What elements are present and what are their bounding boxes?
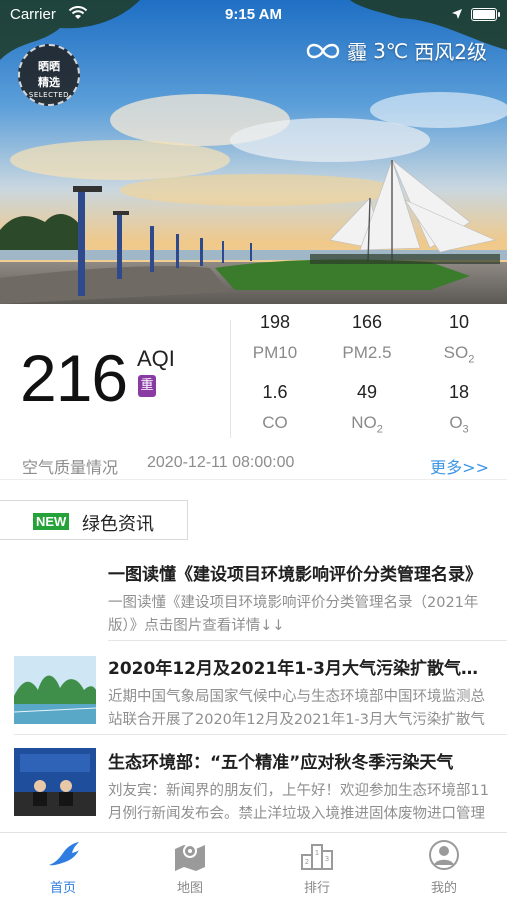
- weather-wind: 西风2级: [414, 40, 487, 64]
- news-item[interactable]: 一图读懂《建设项目环境影响评价分类管理名录》 一图读懂《建设项目环境影响评价分类…: [0, 552, 507, 642]
- air-quality-time: 2020-12-11 08:00:00: [147, 454, 295, 471]
- news-item[interactable]: 2020年12月及2021年1-3月大气污染扩散气象条件预测 近期中国气象局国家…: [0, 642, 507, 736]
- tab-profile[interactable]: 我的: [381, 839, 507, 896]
- tab-map[interactable]: 地图: [127, 839, 253, 896]
- bird-icon: [45, 839, 81, 871]
- bottom-tab-bar: 首页 地图 12 3 排行 我的: [0, 832, 507, 900]
- air-quality-row: 空气质量情况 2020-12-11 08:00:00 更多>>: [0, 446, 507, 480]
- pollutant-value: 49: [356, 382, 378, 402]
- badge-line3: SELECTED: [28, 91, 70, 99]
- map-icon: [172, 839, 208, 871]
- pollutant-name: PM10: [252, 343, 298, 362]
- pollutant-name: CO: [262, 413, 288, 432]
- news-thumbnail: [14, 656, 96, 724]
- news-thumbnail: [14, 748, 96, 816]
- location-arrow-icon: [451, 6, 463, 24]
- battery-icon: [471, 8, 500, 21]
- news-separator: [108, 640, 507, 641]
- weather-summary: 霾 3℃ 西风2级: [305, 36, 487, 65]
- pollutant-value: 166: [351, 312, 383, 332]
- news-item[interactable]: 生态环境部：“五个精准”应对秋冬季污染天气 刘友宾：新闻界的朋友们，上午好！欢迎…: [0, 736, 507, 830]
- haze-icon: [305, 41, 341, 61]
- tab-label: 地图: [176, 881, 203, 896]
- news-separator: [14, 734, 507, 735]
- news-desc: 近期中国气象局国家气候中心与生态环境部中国环境监测总站联合开展了2020年12月…: [108, 689, 485, 728]
- tab-home[interactable]: 首页: [0, 839, 126, 896]
- pollutant-value: 198: [259, 312, 291, 332]
- svg-text:1: 1: [315, 849, 319, 857]
- green-news-tab[interactable]: NEW 绿色资讯: [0, 500, 188, 540]
- pollutant-value: 10: [448, 312, 470, 332]
- news-desc: 刘友宾：新闻界的朋友们，上午好！欢迎参加生态环境部11月例行新闻发布会。禁止洋垃…: [108, 783, 489, 822]
- new-badge: NEW: [33, 513, 70, 530]
- badge-line1: 晒晒: [38, 60, 60, 73]
- weather-temperature: 3℃: [373, 38, 409, 63]
- svg-text:2: 2: [305, 858, 309, 866]
- pollutant-pm10: 198 PM10: [230, 312, 320, 363]
- pollutant-name: NO2: [351, 413, 383, 436]
- pollutant-name: PM2.5: [342, 343, 392, 362]
- aqi-value: 216: [20, 341, 128, 415]
- pollutant-value: 1.6: [262, 382, 288, 402]
- more-link[interactable]: 更多>>: [430, 454, 489, 478]
- news-title: 生态环境部：“五个精准”应对秋冬季污染天气: [108, 753, 454, 773]
- ranking-icon: 12 3: [299, 839, 335, 871]
- svg-text:3: 3: [325, 855, 329, 863]
- pollutant-value: 18: [448, 382, 470, 402]
- pollutant-so2: 10 SO2: [414, 312, 504, 365]
- green-news-title: 绿色资讯: [82, 514, 154, 535]
- pollutant-pm25: 166 PM2.5: [322, 312, 412, 363]
- pollutant-name: O3: [449, 413, 469, 436]
- status-time: 9:15 AM: [225, 6, 282, 23]
- aqi-label: AQI: [137, 346, 175, 371]
- news-desc: 一图读懂《建设项目环境影响评价分类管理名录（2021年版）》点击图片查看详情↓↓: [108, 595, 479, 634]
- status-bar: Carrier 9:15 AM: [0, 0, 507, 30]
- air-quality-label: 空气质量情况: [22, 458, 119, 477]
- tab-label: 排行: [303, 881, 330, 896]
- pollutant-o3: 18 O3: [414, 382, 504, 435]
- news-title: 一图读懂《建设项目环境影响评价分类管理名录》: [108, 565, 482, 585]
- aqi-panel[interactable]: 216 AQI 重 198 PM10 166 PM2.5 10 SO2 1.6 …: [0, 304, 507, 444]
- pollutant-co: 1.6 CO: [230, 382, 320, 433]
- news-title: 2020年12月及2021年1-3月大气污染扩散气象条件预测: [108, 659, 493, 679]
- aqi-level-badge: 重: [138, 375, 156, 397]
- pollutant-no2: 49 NO2: [322, 382, 412, 435]
- tab-label: 我的: [430, 881, 457, 896]
- pollutant-name: SO2: [443, 343, 475, 366]
- badge-line2: 精选: [38, 76, 60, 89]
- hero-banner[interactable]: Carrier 9:15 AM 晒晒 精选 SELECTED 霾 3℃ 西风2级: [0, 0, 507, 304]
- tab-label: 首页: [49, 881, 76, 896]
- selected-badge: 晒晒 精选 SELECTED: [18, 44, 80, 106]
- weather-condition: 霾: [347, 40, 368, 64]
- profile-icon: [426, 839, 462, 871]
- tab-ranking[interactable]: 12 3 排行: [254, 839, 380, 896]
